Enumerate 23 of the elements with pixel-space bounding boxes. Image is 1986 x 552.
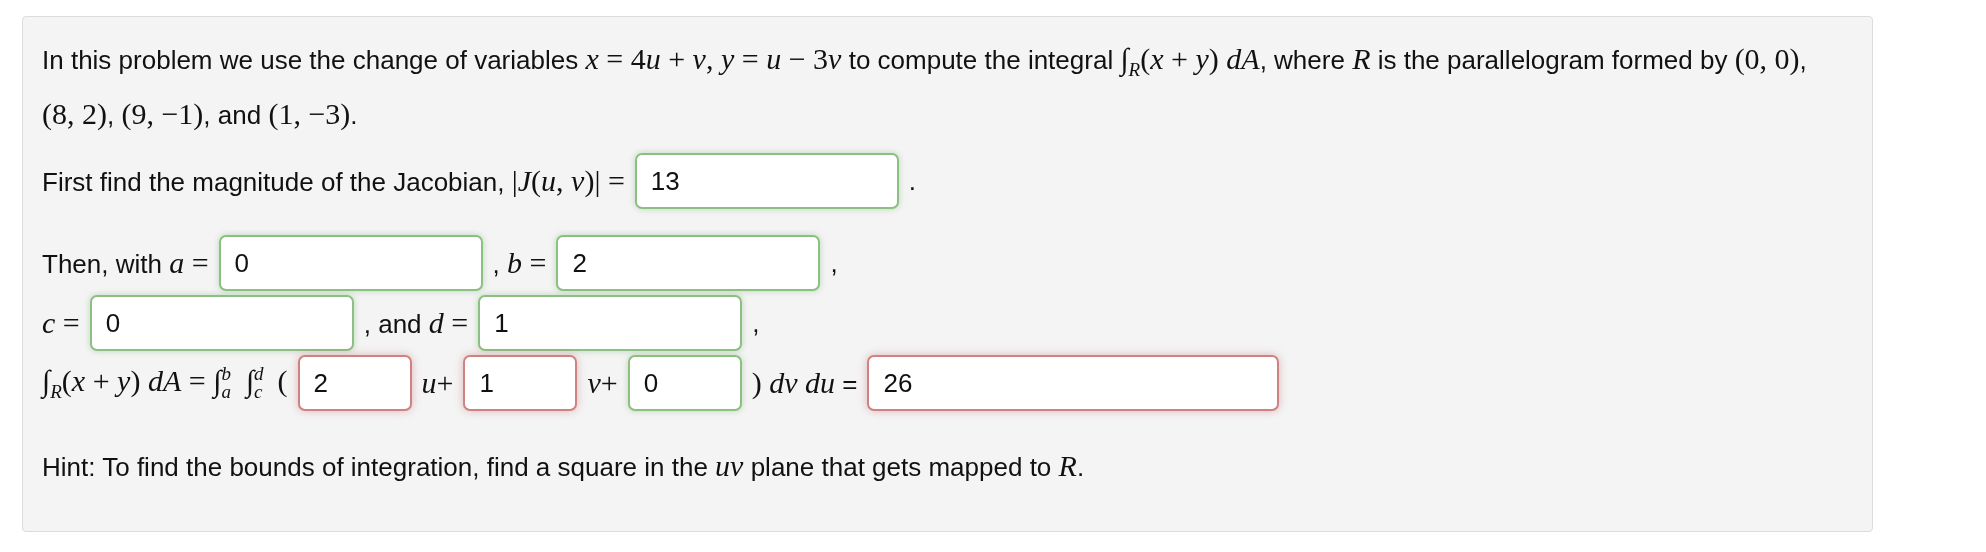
hint-text: Hint: To find the bounds of integration, find a square in the uv plane that gets mapped to R.	[42, 449, 1086, 483]
problem-text: ∫$_{R}$(x + y) dA = ∫$^{b}$$_{a}$ ∫$^{d}$$_{c}$ (	[42, 363, 288, 403]
problem-text: .	[908, 165, 917, 197]
answer-field[interactable]: 0	[218, 235, 483, 291]
problem-text: ,	[830, 247, 838, 279]
answer-field[interactable]: 1	[463, 355, 578, 411]
answer-field[interactable]: 1	[478, 295, 743, 351]
problem-text: , and d =	[363, 306, 469, 340]
problem-text: c =	[42, 306, 80, 340]
answer-field[interactable]: 0	[627, 355, 742, 411]
problem-text: ,	[752, 307, 760, 339]
problem-statement: In this problem we use the change of variables x = 4u + v, y = u − 3v to compute the integral ∫$_{R}$(x + y) dA, where R is the parallelogram formed by (0, 0), (8, 2), (9, −1), and (1, −3).	[42, 41, 1808, 132]
problem-text: u+	[421, 366, 454, 400]
answer-field[interactable]: 13	[634, 153, 899, 209]
problem-text: v+	[587, 366, 618, 400]
problem-text: First find the magnitude of the Jacobian, |J(u, v)| =	[42, 164, 625, 198]
problem-text: ) dv du =	[751, 366, 858, 400]
problem-text: , b =	[492, 246, 547, 280]
answer-field[interactable]: 2	[297, 355, 412, 411]
answer-field[interactable]: 0	[89, 295, 354, 351]
answer-field[interactable]: 26	[867, 355, 1280, 411]
answer-field[interactable]: 2	[556, 235, 821, 291]
problem-text: Then, with a =	[42, 246, 209, 280]
